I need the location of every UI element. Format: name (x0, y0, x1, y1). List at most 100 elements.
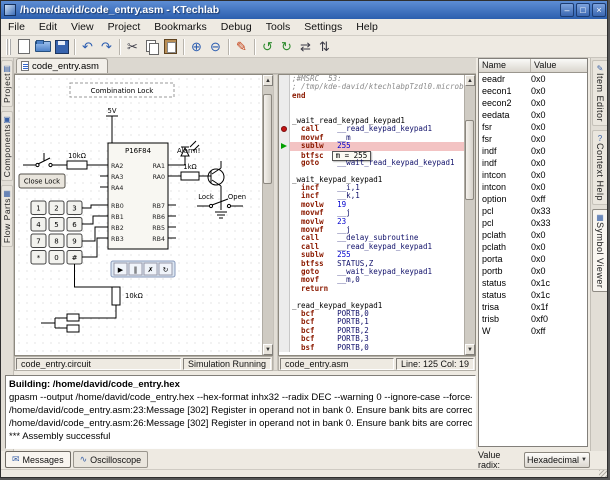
tab-context-help[interactable]: ? Context Help (592, 130, 609, 205)
keypad[interactable]: 1 2 3 4 5 6 7 8 9 * 0 # (31, 201, 82, 264)
keypad-key[interactable]: 2 (54, 205, 58, 213)
register-row[interactable]: status0x1c (479, 277, 587, 289)
tab-item-editor[interactable]: ✎ Item Editor (592, 60, 609, 126)
scroll-down-icon[interactable]: ▼ (263, 344, 273, 355)
register-row[interactable]: W0xff (479, 325, 587, 337)
message-line[interactable]: /home/david/code_entry.asm:26:Message [3… (9, 417, 472, 430)
tab-code-entry-asm[interactable]: code_entry.asm (16, 58, 108, 73)
menu-project[interactable]: Project (101, 20, 148, 34)
keypad-key[interactable]: # (72, 254, 78, 262)
register-row[interactable]: indf0x0 (479, 157, 587, 169)
zoom-out-icon[interactable]: ⊖ (206, 37, 225, 56)
register-row[interactable]: pclath0x0 (479, 229, 587, 241)
code-line[interactable]: sublw 255 (279, 142, 464, 150)
code-line[interactable]: goto __wait_read_keypad_keypad1 (279, 159, 464, 167)
register-row[interactable]: pcl0x33 (479, 217, 587, 229)
register-row[interactable]: fsr0x0 (479, 121, 587, 133)
resize-grip[interactable] (599, 470, 608, 478)
rotate-cw-icon[interactable]: ↻ (277, 37, 296, 56)
chip-label[interactable]: P16F84 (125, 147, 152, 155)
rotate-ccw-icon[interactable]: ↺ (258, 37, 277, 56)
menu-edit[interactable]: Edit (32, 20, 64, 34)
sim-control-toolbar[interactable]: ▶ ‖ ✗ ↻ (111, 261, 175, 277)
code-lines[interactable]: ;#MSRC 53:; /tmp/kde-david/ktechlabpTzdl… (279, 75, 464, 355)
exec-arrow-icon[interactable] (279, 142, 290, 150)
register-row[interactable]: eeadr0x0 (479, 73, 587, 85)
message-line[interactable]: /home/david/code_entry.asm:23:Message [3… (9, 404, 472, 417)
maximize-button[interactable]: □ (576, 3, 590, 17)
sidebar-item-components[interactable]: ▣ Components (1, 111, 13, 181)
menu-tools[interactable]: Tools (259, 20, 298, 34)
code-line[interactable] (279, 100, 464, 108)
sim-play-icon[interactable]: ▶ (118, 266, 124, 274)
open-folder-icon[interactable] (33, 37, 52, 56)
redo-icon[interactable]: ↷ (97, 37, 116, 56)
code-editor[interactable]: ;#MSRC 53:; /tmp/kde-david/ktechlabpTzdl… (278, 74, 476, 356)
cut-icon[interactable]: ✂ (123, 37, 142, 56)
register-row[interactable]: intcon0x0 (479, 169, 587, 181)
breakpoint-icon[interactable] (279, 125, 290, 133)
keypad-key[interactable]: 3 (72, 205, 76, 213)
keypad-key[interactable]: 0 (54, 254, 58, 262)
keypad-key[interactable]: 6 (72, 221, 77, 229)
keypad-key[interactable]: 9 (72, 238, 76, 246)
close-lock-button[interactable]: Close Lock (24, 178, 60, 186)
menu-bookmarks[interactable]: Bookmarks (147, 20, 214, 34)
code-scrollbar[interactable]: ▲ ▼ (464, 75, 475, 355)
message-line[interactable]: gpasm --output /home/david/code_entry.he… (9, 391, 472, 404)
new-file-icon[interactable] (14, 37, 33, 56)
scroll-down-icon[interactable]: ▼ (465, 344, 475, 355)
scroll-up-icon[interactable]: ▲ (465, 75, 475, 86)
register-row[interactable]: trisb0xf0 (479, 313, 587, 325)
circuit-canvas[interactable]: Combination Lock 5V P16F84 RA2 RA3 RA4 R… (15, 75, 262, 355)
message-line[interactable]: *** Assembly successful (9, 430, 472, 443)
register-row[interactable]: status0x1c (479, 289, 587, 301)
titlebar[interactable]: /home/david/code_entry.asm - KTechlab – … (1, 1, 608, 19)
keypad-key[interactable]: 5 (54, 221, 58, 229)
resistor-label[interactable]: 1kΩ (183, 163, 196, 171)
copy-icon[interactable] (142, 37, 161, 56)
register-row[interactable]: porta0x0 (479, 253, 587, 265)
paste-icon[interactable] (161, 37, 180, 56)
tab-messages[interactable]: ✉ Messages (5, 451, 71, 468)
menu-file[interactable]: File (1, 20, 32, 34)
frame-label[interactable]: Combination Lock (91, 87, 155, 95)
menu-view[interactable]: View (64, 20, 101, 34)
value-radix-select[interactable]: Hexadecimal ▼ (524, 452, 590, 468)
keypad-key[interactable]: 7 (36, 238, 40, 246)
register-row[interactable]: indf0x0 (479, 145, 587, 157)
message-line[interactable]: Building: /home/david/code_entry.hex (9, 378, 472, 391)
code-line[interactable]: ; /tmp/kde-david/ktechlabpTzdl0.microbe (279, 83, 464, 91)
menu-settings[interactable]: Settings (297, 20, 349, 34)
register-row[interactable]: option0xff (479, 193, 587, 205)
sidebar-item-project[interactable]: ▤ Project (1, 60, 13, 107)
close-button[interactable]: × (592, 3, 606, 17)
register-row[interactable]: eecon10x0 (479, 85, 587, 97)
register-row[interactable]: pclath0x0 (479, 241, 587, 253)
resistor-label[interactable]: 10kΩ (68, 152, 86, 160)
keypad-key[interactable]: 1 (36, 205, 40, 213)
save-icon[interactable] (52, 37, 71, 56)
resistor-label[interactable]: 10kΩ (125, 292, 143, 300)
circuit-view[interactable]: Combination Lock 5V P16F84 RA2 RA3 RA4 R… (14, 74, 273, 356)
sidebar-item-flow-parts[interactable]: ▦ Flow Parts (1, 185, 13, 247)
tab-symbol-viewer[interactable]: ▦ Symbol Viewer (592, 209, 609, 292)
code-line[interactable]: return (279, 285, 464, 293)
code-line[interactable]: bsf PORTB,0 (279, 344, 464, 352)
undo-icon[interactable]: ↶ (78, 37, 97, 56)
register-row[interactable]: portb0x0 (479, 265, 587, 277)
minimize-button[interactable]: – (560, 3, 574, 17)
register-row[interactable]: eedata0x0 (479, 109, 587, 121)
menu-debug[interactable]: Debug (214, 20, 259, 34)
circuit-scrollbar[interactable]: ▲ ▼ (262, 75, 273, 355)
keypad-key[interactable]: 8 (54, 238, 58, 246)
register-row[interactable]: trisa0x1f (479, 301, 587, 313)
keypad-key[interactable]: 4 (36, 221, 41, 229)
table-header[interactable]: Name Value (479, 59, 587, 73)
zoom-in-icon[interactable]: ⊕ (187, 37, 206, 56)
column-value[interactable]: Value (531, 59, 587, 72)
sim-stop-icon[interactable]: ✗ (148, 266, 154, 274)
register-row[interactable]: pcl0x33 (479, 205, 587, 217)
tab-oscilloscope[interactable]: ∿ Oscilloscope (73, 451, 149, 468)
keypad-key[interactable]: * (37, 254, 41, 262)
